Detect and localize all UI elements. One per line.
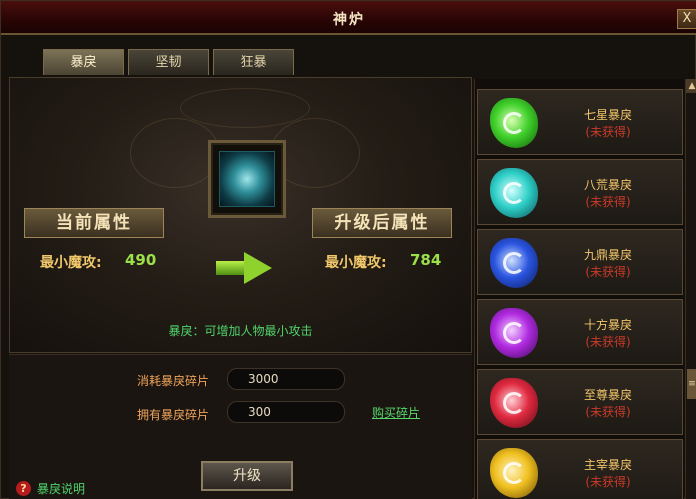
help-link[interactable]: ? 暴戾说明 (16, 480, 85, 497)
green-gem-icon (490, 98, 538, 148)
current-stat-label: 最小魔攻: (40, 255, 102, 271)
title-bar[interactable]: 神炉 X (1, 1, 696, 35)
tab-baoli[interactable]: 暴戾 (43, 49, 124, 75)
cyan-gem-icon (490, 168, 538, 218)
upgraded-stat-value: 784 (410, 251, 442, 269)
item-name: 七星暴戾 (583, 108, 632, 122)
scroll-up-icon[interactable]: ▲ (686, 79, 696, 93)
own-value: 300 (227, 401, 345, 423)
baoli-gem-icon (219, 151, 275, 207)
list-item[interactable]: 主宰暴戾 (未获得) (477, 439, 683, 499)
item-name: 九鼎暴戾 (583, 248, 632, 262)
list-item[interactable]: 十方暴戾 (未获得) (477, 299, 683, 365)
grip-icon: ≡ (688, 379, 696, 389)
item-name: 八荒暴戾 (583, 178, 632, 192)
current-stat-value: 490 (125, 251, 157, 269)
attribute-panel: 当前属性 升级后属性 最小魔攻: 490 最小魔攻: 784 暴戾：可增加人物最… (9, 77, 472, 353)
purple-gem-icon (490, 308, 538, 358)
item-status: (未获得) (585, 195, 631, 209)
equipment-slot[interactable] (208, 140, 286, 218)
consume-value: 3000 (227, 368, 345, 390)
item-status: (未获得) (585, 405, 631, 419)
gold-gem-icon (490, 448, 538, 498)
upgraded-stat-label: 最小魔攻: (325, 255, 387, 271)
list-scrollbar[interactable]: ▲ ≡ (685, 79, 696, 499)
current-attributes-banner: 当前属性 (24, 208, 164, 238)
list-item[interactable]: 七星暴戾 (未获得) (477, 89, 683, 155)
tab-kuangbao[interactable]: 狂暴 (213, 49, 294, 75)
question-icon: ? (16, 481, 31, 496)
close-button[interactable]: X (677, 9, 696, 29)
tab-jianren[interactable]: 坚韧 (128, 49, 209, 75)
list-item[interactable]: 至尊暴戾 (未获得) (477, 369, 683, 435)
window-title: 神炉 (333, 12, 365, 28)
upgraded-attributes-banner: 升级后属性 (312, 208, 452, 238)
item-name: 主宰暴戾 (583, 458, 632, 472)
upgrade-button[interactable]: 升级 (201, 461, 293, 491)
red-gem-icon (490, 378, 538, 428)
variant-list: 七星暴戾 (未获得) 八荒暴戾 (未获得) 九鼎暴戾 (未获得) 十方暴戾 (未… (474, 79, 684, 499)
item-name: 十方暴戾 (583, 318, 632, 332)
scroll-thumb[interactable]: ≡ (687, 369, 696, 399)
item-status: (未获得) (585, 265, 631, 279)
list-item[interactable]: 九鼎暴戾 (未获得) (477, 229, 683, 295)
ornament-swirl-left (130, 118, 220, 188)
consume-label: 消耗暴戾碎片 (137, 374, 210, 388)
item-status: (未获得) (585, 475, 631, 489)
help-label: 暴戾说明 (37, 482, 86, 496)
blue-gem-icon (490, 238, 538, 288)
own-label: 拥有暴戾碎片 (137, 408, 210, 422)
ornament-dragon (180, 88, 310, 128)
buy-fragments-link[interactable]: 购买碎片 (372, 404, 420, 421)
shenlu-window: 神炉 X 暴戾 坚韧 狂暴 当前属性 升级后属性 最小魔攻: 490 最小魔攻:… (0, 0, 696, 499)
upgrade-cost-panel: 消耗暴戾碎片 3000 拥有暴戾碎片 300 购买碎片 升级 (9, 354, 472, 499)
attribute-description: 暴戾：可增加人物最小攻击 (168, 324, 313, 338)
list-item[interactable]: 八荒暴戾 (未获得) (477, 159, 683, 225)
item-name: 至尊暴戾 (583, 388, 632, 402)
tab-bar: 暴戾 坚韧 狂暴 (43, 49, 294, 75)
item-status: (未获得) (585, 335, 631, 349)
item-status: (未获得) (585, 125, 631, 139)
